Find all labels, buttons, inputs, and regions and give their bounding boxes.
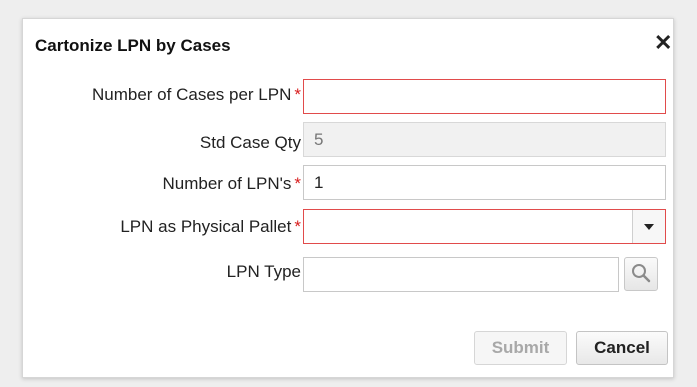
std-case-qty-label-text: Std Case Qty — [199, 133, 301, 152]
lpn-type-label: LPN Type — [227, 262, 301, 282]
lpn-physical-pallet-select[interactable] — [303, 209, 666, 244]
number-of-lpns-input[interactable] — [303, 165, 666, 200]
chevron-down-icon — [644, 224, 654, 230]
cases-per-lpn-input[interactable] — [303, 79, 666, 114]
std-case-qty-label: Std Case Qty — [200, 133, 301, 153]
lpn-type-label-text: LPN Type — [226, 262, 301, 281]
close-icon[interactable]: ✕ — [654, 32, 672, 54]
std-case-qty-field — [303, 122, 666, 157]
required-marker: * — [294, 217, 301, 236]
lpn-type-search-button[interactable] — [624, 257, 658, 291]
cancel-button[interactable]: Cancel — [576, 331, 668, 365]
dialog-title: Cartonize LPN by Cases — [35, 36, 231, 55]
cartonize-dialog: Cartonize LPN by Cases ✕ Number of Cases… — [22, 18, 674, 378]
lpn-physical-pallet-label-text: LPN as Physical Pallet — [120, 217, 292, 236]
required-marker: * — [294, 85, 301, 104]
lpn-type-input[interactable] — [303, 257, 619, 292]
dropdown-button[interactable] — [632, 210, 665, 243]
required-marker: * — [294, 174, 301, 193]
cases-per-lpn-label: Number of Cases per LPN * — [92, 85, 301, 105]
submit-button[interactable]: Submit — [474, 331, 567, 365]
lpn-physical-pallet-label: LPN as Physical Pallet * — [120, 217, 301, 237]
cases-per-lpn-label-text: Number of Cases per LPN — [92, 85, 292, 104]
number-of-lpns-label: Number of LPN's * — [162, 174, 301, 194]
number-of-lpns-label-text: Number of LPN's — [162, 174, 292, 193]
search-icon — [632, 264, 651, 283]
